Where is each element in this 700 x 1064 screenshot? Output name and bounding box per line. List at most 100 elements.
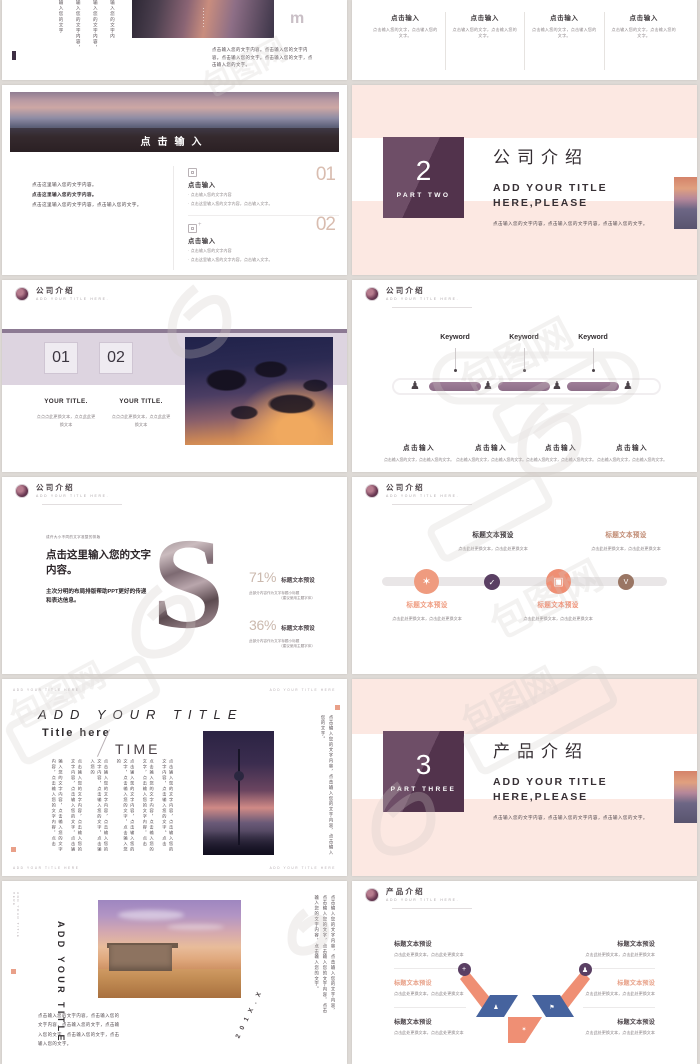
- header-title: 公司介绍: [386, 286, 425, 295]
- list-item[interactable]: 点击输入 · 点击输入您的文字内容 · 点击这里输入您的文字内容，点击输入文字。…: [188, 164, 339, 215]
- item-title: 标题文本预设: [394, 1018, 432, 1026]
- rocket-icon: ✶: [521, 1027, 527, 1033]
- corner-label-br: ADD YOUR TITLE HERE: [269, 866, 336, 870]
- stat-block: 71% 标题文本预设 此部分内容作为文字标题小标题 （建议使用主题字体）: [249, 569, 345, 601]
- caption-title: 点击输入: [403, 445, 435, 452]
- vertical-body-group: 点击输入您的文字内容，点击输入您的文字内容，点击输入您的文字。点击 点击输入您的…: [50, 759, 174, 855]
- header-title: 公司介绍: [36, 286, 75, 295]
- flag-icon: ⚑: [549, 1005, 555, 1011]
- section-title-en: ADD YOUR TITLE HERE,PLEASE: [493, 775, 668, 805]
- item-number: 01: [315, 164, 336, 185]
- header-underline: [42, 504, 122, 505]
- vertical-line: 输入您的文字内容，点击输入您的文字内容，点击输入您的文字内容，点击: [51, 759, 64, 853]
- title-block: YOUR TITLE. 点点点此更换文本，点点此此更换文本: [111, 398, 171, 428]
- vimeo-icon[interactable]: V: [618, 574, 634, 590]
- title-en-line1: ADD YOUR TITLE: [493, 182, 608, 194]
- plus-icon[interactable]: +: [457, 963, 471, 976]
- item-desc: 点击此处更换文本，点击此处更换文本: [394, 990, 464, 996]
- monogram-icon: m: [290, 10, 304, 27]
- corner-label-tl: ADD YOUR TITLE HERE: [13, 688, 80, 692]
- item-desc: 点击此处更换文本，点击此处更换文本: [394, 952, 464, 957]
- vertical-line: 点击输入您的文字内容，点击输入您的文字内容，点击输入您的文字，点击输入您的: [90, 759, 110, 853]
- logo-badge-icon: [365, 888, 379, 903]
- header-title: 产品介绍: [386, 887, 425, 896]
- slide-thumbnail-4-left[interactable]: 公司介绍 ADD YOUR TITLE HERE. 成许大小不同的文字准整的排版…: [2, 477, 347, 674]
- title-en-line2: HERE,PLEASE: [493, 197, 588, 210]
- caption-title: 标题文本预设: [406, 602, 448, 609]
- instagram-icon[interactable]: ▣: [546, 569, 571, 594]
- twitter-icon[interactable]: ✶: [414, 569, 439, 594]
- right-vertical-text: 点击输入您的文字内容，点击输入您的文字内容，点击输入您的文字。: [321, 715, 334, 856]
- chain-caption: 点击输入 点击输入您的文字，点击输入您的文字。: [452, 442, 530, 464]
- keyword-label: Keyword: [578, 334, 608, 341]
- vertical-text-line: 输入您的文字内容，: [76, 0, 82, 51]
- caption-desc: 点击输入您的文字，点击输入您的文字。: [525, 457, 597, 462]
- title-main: ADD YOUR TITLE: [38, 707, 244, 722]
- slide-thumbnail-2-left[interactable]: 点击输入 点击这里输入您的文字内容。 点击这里输入您的文字内容。 点击这里输入您…: [2, 85, 347, 275]
- slide-thumbnail-4-right[interactable]: 公司介绍 ADD YOUR TITLE HERE. ✶ ✓ ▣ V 标题文本预设…: [352, 477, 697, 674]
- slide-thumbnail-5-left[interactable]: ADD YOUR TITLE HERE ADD YOUR TITLE HERE …: [2, 679, 347, 876]
- slide-thumbnail-6-left[interactable]: ADD YOUR TITLE HERE ADD YOUR TITLE 点击输入您…: [2, 881, 347, 1064]
- block-title: YOUR TITLE.: [44, 398, 88, 405]
- logo-badge-icon: [15, 484, 29, 499]
- four-column-group: 点击输入 点击输入您的文字，点击输入您的文字。 点击输入 点击输入您的文字，点击…: [366, 11, 683, 70]
- title-time: TIME: [115, 741, 161, 757]
- person-icon: ♟: [623, 380, 633, 392]
- slide-header: 公司介绍 ADD YOUR TITLE HERE.: [365, 483, 472, 505]
- item-bullet: · 点击这里输入您的文字内容，点击输入文字。: [188, 256, 273, 262]
- cloud-shape: [118, 909, 184, 920]
- slide-thumbnail-1-left[interactable]: 输入您的文字 输入您的文字内容， 输入您的文字内容， 输入您的文字内 m 点击输…: [2, 0, 347, 80]
- timeline-caption: 标题文本预设 点击此处更换文本，点击此处更换文本: [385, 599, 469, 623]
- header-subtitle: ADD YOUR TITLE HERE.: [36, 297, 110, 302]
- section-part-label: PART TWO: [396, 191, 451, 199]
- vertical-text-line: 输入您的文字内容，: [93, 0, 99, 51]
- paragraph-line: 点击这里输入您的文字内容，点击输入您的文字。: [32, 201, 142, 207]
- column-desc: 点击输入您的文字，点击输入您的文字。: [373, 26, 438, 39]
- accent-square-bottom: [11, 847, 16, 852]
- slide-thumbnail-5-right[interactable]: 3 PART THREE 产品介绍 ADD YOUR TITLE HERE,PL…: [352, 679, 697, 876]
- header-subtitle: ADD YOUR TITLE HERE.: [36, 494, 110, 499]
- header-subtitle: ADD YOUR TITLE HERE.: [386, 297, 460, 302]
- slide-thumbnail-1-right[interactable]: 点击输入 点击输入您的文字，点击输入您的文字。 点击输入 点击输入您的文字，点击…: [352, 0, 697, 80]
- corner-label-bl: ADD YOUR TITLE HERE: [13, 866, 80, 870]
- caption-title: 点击输入: [545, 445, 577, 452]
- hero-caption: 点击输入: [140, 136, 209, 148]
- slide-header: 公司介绍 ADD YOUR TITLE HERE.: [15, 286, 110, 302]
- corner-label-tr: ADD YOUR TITLE HERE: [269, 688, 336, 692]
- user-icon[interactable]: ♟: [578, 963, 592, 976]
- vertical-line: 点击输入您的文字内容，点击输入您的文字，点击输入您的文字内容，点击: [142, 759, 155, 853]
- slide-thumbnail-2-right[interactable]: 2 PART TWO 公司介绍 ADD YOUR TITLE HERE,PLEA…: [352, 85, 697, 275]
- bottom-paragraph: 点击输入您的文字内容，点击输入您的文字内容，点击输入您的文字，点击输入您的文字，…: [38, 1013, 120, 1046]
- section-desc: 点击输入您的文字内容，点击输入您的文字内容，点击输入您的文字。: [493, 815, 648, 821]
- section-number-box: 2 PART TWO: [383, 137, 464, 218]
- block-desc: 点点点此更换文本，点点此此更换文本: [111, 414, 171, 427]
- decorative-letter: S: [152, 512, 225, 656]
- sunset-photo: [132, 0, 274, 38]
- slide-thumbnail-6-right[interactable]: 产品介绍 ADD YOUR TITLE HERE. 标题文本预设 点击此处更换文…: [352, 881, 697, 1064]
- slide-thumbnail-3-left[interactable]: 公司介绍 ADD YOUR TITLE HERE. 01 02 YOUR TIT…: [2, 280, 347, 472]
- caption-desc: 点击此处更换文本，点击此处更换文本: [392, 616, 462, 621]
- caption-desc: 点击此处更换文本，点击此处更换文本: [523, 616, 593, 621]
- headline: 点击这里输入您的文字内容。: [46, 549, 151, 577]
- hero-photo: 点击输入: [10, 92, 339, 152]
- slide-thumbnail-3-right[interactable]: 公司介绍 ADD YOUR TITLE HERE. ♟ ♟ ♟ ♟ Keywor…: [352, 280, 697, 472]
- right-vertical-text: 点击输入您的文字内容，点击输入您的文字内容，点击输入您的文字，点击输入您的文字内…: [314, 895, 336, 1014]
- paragraph-line-bold: 点击这里输入您的文字内容。: [32, 191, 97, 197]
- list-item: 标题文本预设 点击此处更换文本，点击此处更换文本: [583, 1017, 655, 1046]
- chain-segment: [429, 382, 481, 391]
- number-box[interactable]: 02: [99, 342, 133, 374]
- section-part-label: PART THREE: [390, 785, 457, 793]
- chain-caption: 点击输入 点击输入您的文字，点击输入您的文字。: [593, 442, 671, 464]
- vertical-line: 点击输入您的文字内容，点击输入您的文字内容，点击输入您的文字。点击: [162, 759, 175, 853]
- desert-house-photo: [98, 900, 241, 998]
- item-title: 标题文本预设: [617, 979, 655, 987]
- header-title: 公司介绍: [36, 483, 75, 492]
- block-desc: 点点点此更换文本，点点此此更换文本: [36, 414, 96, 427]
- timeline-caption: 标题文本预设 点击此处更换文本，点击此处更换文本: [516, 599, 600, 623]
- list-item: 标题文本预设 点击此处更换文本，点击此处更换文本: [394, 1017, 466, 1046]
- tower-sphere: [233, 771, 244, 781]
- number-box[interactable]: 01: [44, 342, 78, 374]
- list-item[interactable]: 点击输入 · 点击输入您的文字内容 · 点击这里输入您的文字内容，点击输入文字。…: [188, 214, 339, 271]
- check-badge-icon[interactable]: ✓: [484, 574, 500, 590]
- list-item: 标题文本预设 点击此处更换文本，点击此处更换文本: [583, 939, 655, 969]
